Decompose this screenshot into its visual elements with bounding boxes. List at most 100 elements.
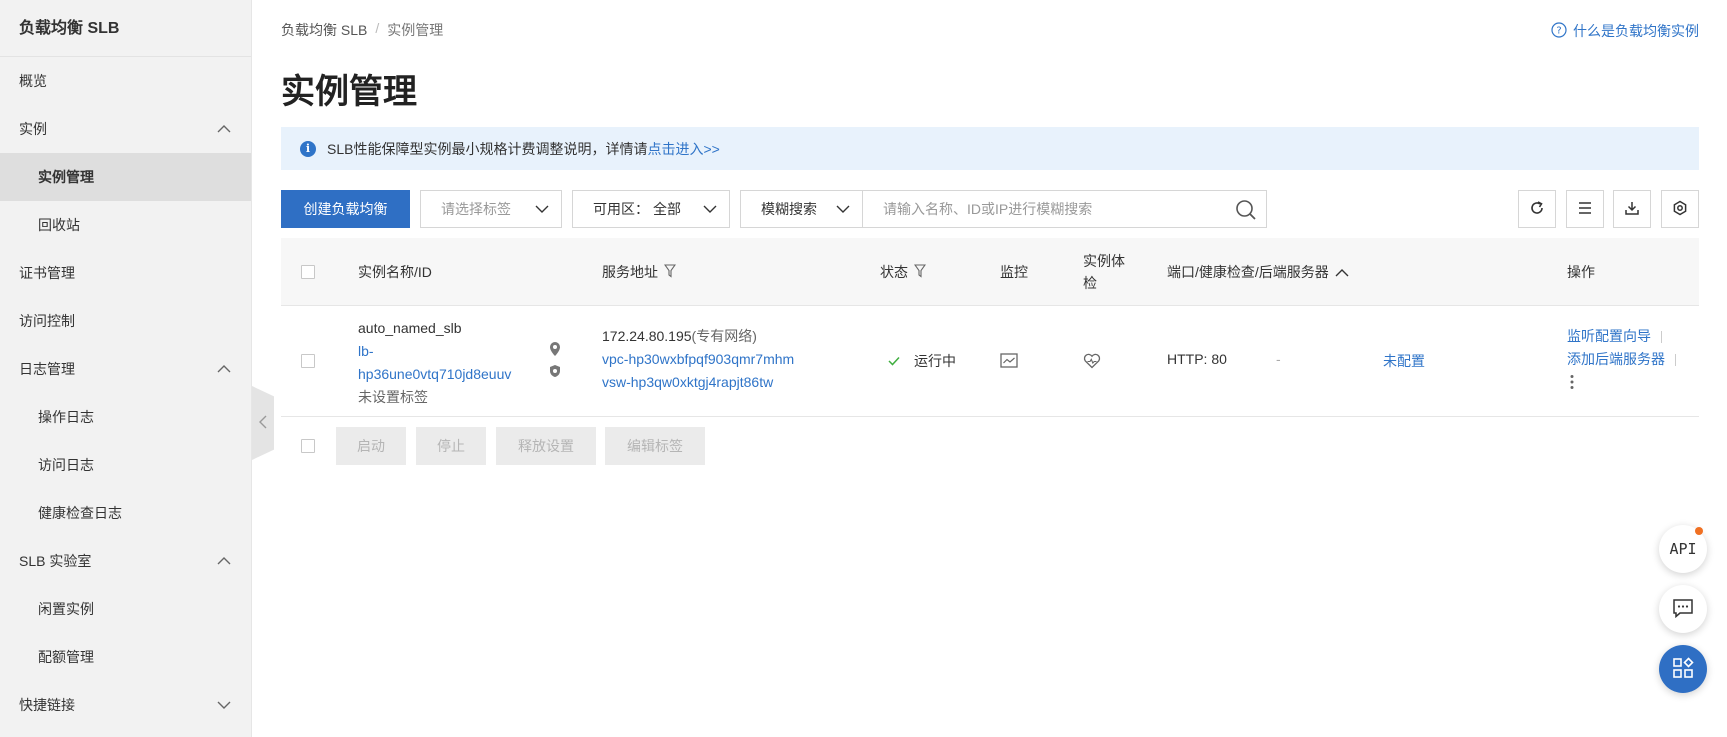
vpc-link[interactable]: vpc-hp30wxbfpqf903qmr7mhm	[602, 348, 794, 371]
sidebar-item-logs[interactable]: 日志管理	[0, 345, 251, 393]
health-check-icon[interactable]	[1083, 353, 1101, 372]
shield-icon[interactable]	[549, 364, 561, 381]
search-mode-select[interactable]: 模糊搜索	[740, 190, 863, 228]
create-slb-button[interactable]: 创建负载均衡	[281, 190, 410, 228]
actions-cell: 监听配置向导 添加后端服务器	[1567, 325, 1676, 397]
sidebar-item-overview[interactable]: 概览	[0, 57, 251, 105]
zone-select[interactable]: 可用区： 全部	[572, 190, 730, 228]
notice-link[interactable]: 点击进入>>	[647, 139, 719, 159]
chevron-left-icon	[259, 415, 267, 432]
breadcrumb-separator: /	[375, 20, 380, 36]
edit-tags-button[interactable]: 编辑标签	[605, 427, 705, 465]
table-row: auto_named_slb lb- hp36une0vtq710jd8euuv…	[281, 306, 1699, 417]
refresh-button[interactable]	[1518, 190, 1556, 228]
action-divider	[1675, 354, 1676, 367]
breadcrumb: 负载均衡 SLB / 实例管理	[281, 20, 443, 40]
sidebar-item-slb-lab[interactable]: SLB 实验室	[0, 537, 251, 585]
column-header-address: 服务地址	[602, 238, 677, 306]
list-view-button[interactable]	[1566, 190, 1604, 228]
column-header-monitor: 监控	[1000, 238, 1028, 306]
sidebar-item-label: 配额管理	[38, 649, 94, 665]
action-divider	[1661, 331, 1662, 344]
page-title: 实例管理	[281, 73, 417, 111]
download-button[interactable]	[1613, 190, 1651, 228]
select-all-checkbox-cell	[301, 238, 315, 306]
release-settings-button[interactable]: 释放设置	[496, 427, 596, 465]
chevron-down-icon	[703, 191, 717, 227]
network-type: (专有网络)	[691, 328, 757, 344]
question-circle-icon: ?	[1551, 21, 1567, 41]
column-header-label: 服务地址	[602, 264, 658, 280]
sidebar-item-label: 实例	[19, 121, 47, 137]
monitor-chart-icon[interactable]	[1000, 353, 1018, 372]
sidebar-item-operation-logs[interactable]: 操作日志	[0, 393, 251, 441]
chevron-up-icon	[215, 345, 233, 393]
filter-icon[interactable]	[663, 263, 677, 281]
backend-servers-link[interactable]: 未配置	[1383, 351, 1425, 371]
sidebar-item-label: 实例管理	[38, 169, 94, 185]
search-icon[interactable]	[1235, 199, 1257, 224]
api-label: API	[1669, 540, 1697, 558]
sidebar-collapse-handle[interactable]	[252, 386, 274, 460]
column-header-label: 实例体	[1083, 253, 1125, 269]
listener-wizard-link[interactable]: 监听配置向导	[1567, 328, 1651, 344]
add-backend-link[interactable]: 添加后端服务器	[1567, 351, 1665, 367]
sidebar-item-label: 访问控制	[19, 313, 75, 329]
column-header-name: 实例名称/ID	[358, 238, 432, 306]
sidebar-item-recycle-bin[interactable]: 回收站	[0, 201, 251, 249]
sidebar-item-access-logs[interactable]: 访问日志	[0, 441, 251, 489]
chevron-down-icon	[215, 681, 233, 729]
column-header-label: 监控	[1000, 264, 1028, 280]
chevron-down-icon	[535, 191, 549, 227]
row-checkbox[interactable]	[301, 354, 315, 368]
column-header-label: 操作	[1567, 264, 1595, 280]
sidebar-item-label: 日志管理	[19, 361, 75, 377]
api-button[interactable]: API	[1659, 525, 1707, 573]
breadcrumb-current: 实例管理	[387, 22, 444, 38]
chat-button[interactable]	[1659, 585, 1707, 633]
settings-button[interactable]	[1661, 190, 1699, 228]
location-pin-icon[interactable]	[549, 341, 561, 360]
stop-button[interactable]: 停止	[416, 427, 486, 465]
column-header-label: 实例名称/ID	[358, 264, 432, 280]
start-button[interactable]: 启动	[336, 427, 406, 465]
vswitch-link[interactable]: vsw-hp3qw0xktgj4rapjt86tw	[602, 371, 794, 394]
sidebar-item-instances[interactable]: 实例	[0, 105, 251, 153]
breadcrumb-root[interactable]: 负载均衡 SLB	[281, 20, 367, 40]
zone-select-value: 全部	[653, 201, 681, 217]
instance-id-link-line2[interactable]: hp36une0vtq710jd8euuv	[358, 363, 511, 386]
sidebar-item-health-check-logs[interactable]: 健康检查日志	[0, 489, 251, 537]
sidebar-item-quick-links[interactable]: 快捷链接	[0, 681, 251, 729]
chevron-up-icon	[215, 105, 233, 153]
notice-text: SLB性能保障型实例最小规格计费调整说明，详情请	[327, 140, 648, 157]
instance-id-link-line1[interactable]: lb-	[358, 340, 511, 363]
search-input[interactable]: 请输入名称、ID或IP进行模糊搜索	[863, 190, 1267, 228]
help-link[interactable]: ? 什么是负载均衡实例	[1551, 21, 1699, 41]
sidebar-item-idle-instances[interactable]: 闲置实例	[0, 585, 251, 633]
tag-select-placeholder: 请选择标签	[441, 201, 511, 217]
sidebar-item-certificates[interactable]: 证书管理	[0, 249, 251, 297]
sidebar-item-label: 证书管理	[19, 265, 75, 281]
sidebar-item-label: SLB 实验室	[19, 553, 92, 569]
sidebar-item-label: 健康检查日志	[38, 505, 122, 521]
sidebar-item-label: 闲置实例	[38, 601, 94, 617]
apps-button[interactable]	[1659, 645, 1707, 693]
address-cell: 172.24.80.195(专有网络) vpc-hp30wxbfpqf903qm…	[602, 325, 794, 394]
sidebar-item-quota-management[interactable]: 配额管理	[0, 633, 251, 681]
tag-select[interactable]: 请选择标签	[420, 190, 562, 228]
column-header-label: 检	[1083, 275, 1097, 291]
batch-select-checkbox[interactable]	[301, 439, 315, 453]
sidebar-item-label: 快捷链接	[19, 697, 75, 713]
chevron-up-icon	[215, 537, 233, 585]
instance-tag[interactable]: 未设置标签	[358, 386, 511, 409]
column-header-health: 实例体 检	[1083, 238, 1125, 306]
status-text: 运行中	[914, 353, 956, 369]
select-all-checkbox[interactable]	[301, 265, 315, 279]
more-actions-button[interactable]	[1567, 371, 1676, 397]
chevron-up-icon[interactable]	[1335, 264, 1349, 280]
sidebar-item-access-control[interactable]: 访问控制	[0, 297, 251, 345]
list-icon	[1577, 200, 1593, 219]
sidebar-item-instance-management[interactable]: 实例管理	[0, 153, 251, 201]
filter-icon[interactable]	[913, 263, 927, 281]
apps-icon	[1672, 656, 1694, 682]
